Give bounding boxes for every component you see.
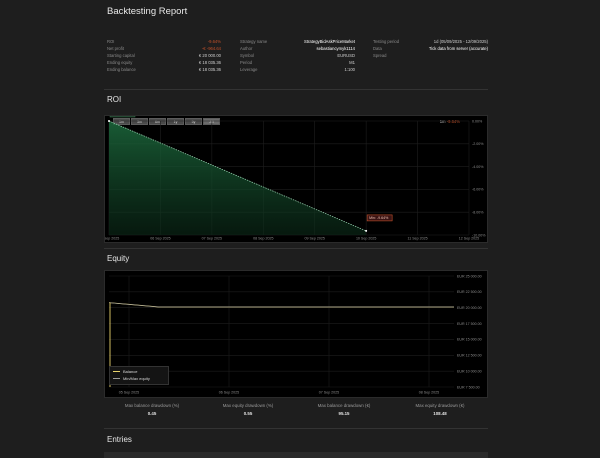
legend-item-minmax-equity[interactable]: Min/Max equity [113,376,150,382]
equity-y-tick-label: EUR 20 000.00 [457,306,482,310]
roi-chart: 05 Sep 2025 06 Sep 2025 07 Sep 2025 08 Sep … [105,116,486,241]
roi-x-tick-label: 05 Sep 2025 [105,237,119,241]
page-title: Backtesting Report [107,6,188,17]
roi-point[interactable] [365,229,368,232]
legend-swatch [113,371,120,373]
info-label: Starting capital [107,53,135,58]
legend-swatch [113,378,120,380]
roi-x-tick-label: 08 Sep 2025 [253,237,273,241]
drawdown-stat: Max equity drawdown (€) 108.48 [392,403,488,416]
info-label: Spread [373,53,387,58]
equity-y-tick-label: EUR 12 500.00 [457,354,482,358]
equity-y-tick-label: EUR 10 000.00 [457,369,482,373]
info-label: Period [240,60,253,65]
info-value: € 18 035.36 [198,67,221,72]
equity-y-tick-label: EUR 17 500.00 [457,322,482,326]
info-column-results: ROI -9.64% Net profit -€ -964.64 Starting ca… [107,39,221,75]
legend-label: Min/Max equity [123,376,150,381]
equity-series-line [108,302,454,308]
stat-label: Max balance drawdown (%) [124,403,180,408]
info-value: € 18 035.36 [198,60,221,65]
info-label: Net profit [107,46,124,51]
divider [104,248,488,249]
info-label: Symbol [240,53,254,58]
roi-x-tick-label: 10 Sep 2025 [356,237,376,241]
roi-chart-panel: 1m3m6m1y5yAll 1m -9.64% 05 Sep 202506 Se… [104,115,488,243]
equity-section-title: Equity [107,254,130,263]
info-value: Tick data from server (accurate) [428,46,488,51]
equity-legend: Balance Min/Max equity [109,366,169,385]
info-column-testing: Testing period 1d (05/09/2025 - 12/09/202… [373,39,488,75]
info-label: Ending equity [107,60,133,65]
stat-label: Max equity drawdown (€) [415,403,465,408]
info-label: Data [373,46,382,51]
stat-value: 0.55 [243,411,253,416]
roi-y-tick-label: -8.00% [472,211,484,215]
drawdown-stat: Max balance drawdown (%) 0.45 [104,403,200,416]
entries-section-title: Entries [107,435,132,444]
info-label: Leverage [240,67,258,72]
info-value: 1:100 [344,67,355,72]
roi-end-badge-label: Min: -9.64% [369,216,389,220]
equity-y-tick-label: EUR 22 500.00 [457,290,482,294]
drawdown-stat: Max balance drawdown (€) 95.15 [296,403,392,416]
stat-value: 95.15 [338,411,350,416]
info-value: M1 [349,60,355,65]
info-label: Author [240,46,253,51]
info-value: 1d (05/09/2025 - 12/09/2025) [433,39,488,44]
roi-x-tick-label: 06 Sep 2025 [150,237,170,241]
info-label: Strategy name [240,39,268,44]
equity-x-tick-label: 06 Sep 2025 [219,391,239,395]
info-column-strategy: Strategy name StrategyBidAskPriceMarket Au… [240,39,355,75]
equity-y-tick-label: EUR 25 000.00 [457,274,482,278]
drawdown-stat: Max equity drawdown (%) 0.55 [200,403,296,416]
legend-item-balance[interactable]: Balance [113,369,137,375]
roi-point[interactable] [108,120,110,122]
info-value: -9.64% [207,39,221,44]
divider [104,428,488,429]
equity-x-tick-label: 07 Sep 2025 [319,391,339,395]
equity-x-tick-label: 05 Sep 2025 [119,391,139,395]
info-label: Ending balance [107,67,136,72]
info-value: € 20 000.00 [198,53,221,58]
roi-x-tick-label: 11 Sep 2025 [408,237,428,241]
equity-y-tick-label: EUR 7 500.00 [457,385,480,389]
stat-label: Max balance drawdown (€) [317,403,371,408]
roi-x-tick-label: 09 Sep 2025 [305,237,325,241]
roi-y-tick-label: -2.00% [472,142,484,146]
info-value: -€ -964.64 [201,46,221,51]
info-label: ROI [107,39,115,44]
roi-y-tick-label: 0.00% [472,119,483,123]
roi-area [109,121,367,235]
stat-label: Max equity drawdown (%) [222,403,274,408]
roi-x-tick-label: 07 Sep 2025 [202,237,222,241]
roi-y-tick-label: -4.00% [472,165,484,169]
stat-value: 108.48 [433,411,447,416]
info-value: EURUSD [337,53,355,58]
equity-x-tick-label: 08 Sep 2025 [419,391,439,395]
entries-table-header [104,452,488,458]
stat-value: 0.45 [147,411,157,416]
backtesting-report: Backtesting Report ROI -9.64% Net profit -€… [0,0,600,458]
legend-label: Balance [123,369,138,374]
roi-y-tick-label: -6.00% [472,188,484,192]
info-label: Testing period [373,39,400,44]
equity-series-line [108,302,454,308]
roi-section-title: ROI [107,95,122,104]
info-value: sebastiancymyk1114 [316,46,355,51]
equity-y-tick-label: EUR 15 000.00 [457,338,482,342]
info-value: StrategyBidAskPriceMarket [304,39,355,44]
roi-y-tick-label: -10.00% [472,233,486,237]
divider [104,89,488,90]
